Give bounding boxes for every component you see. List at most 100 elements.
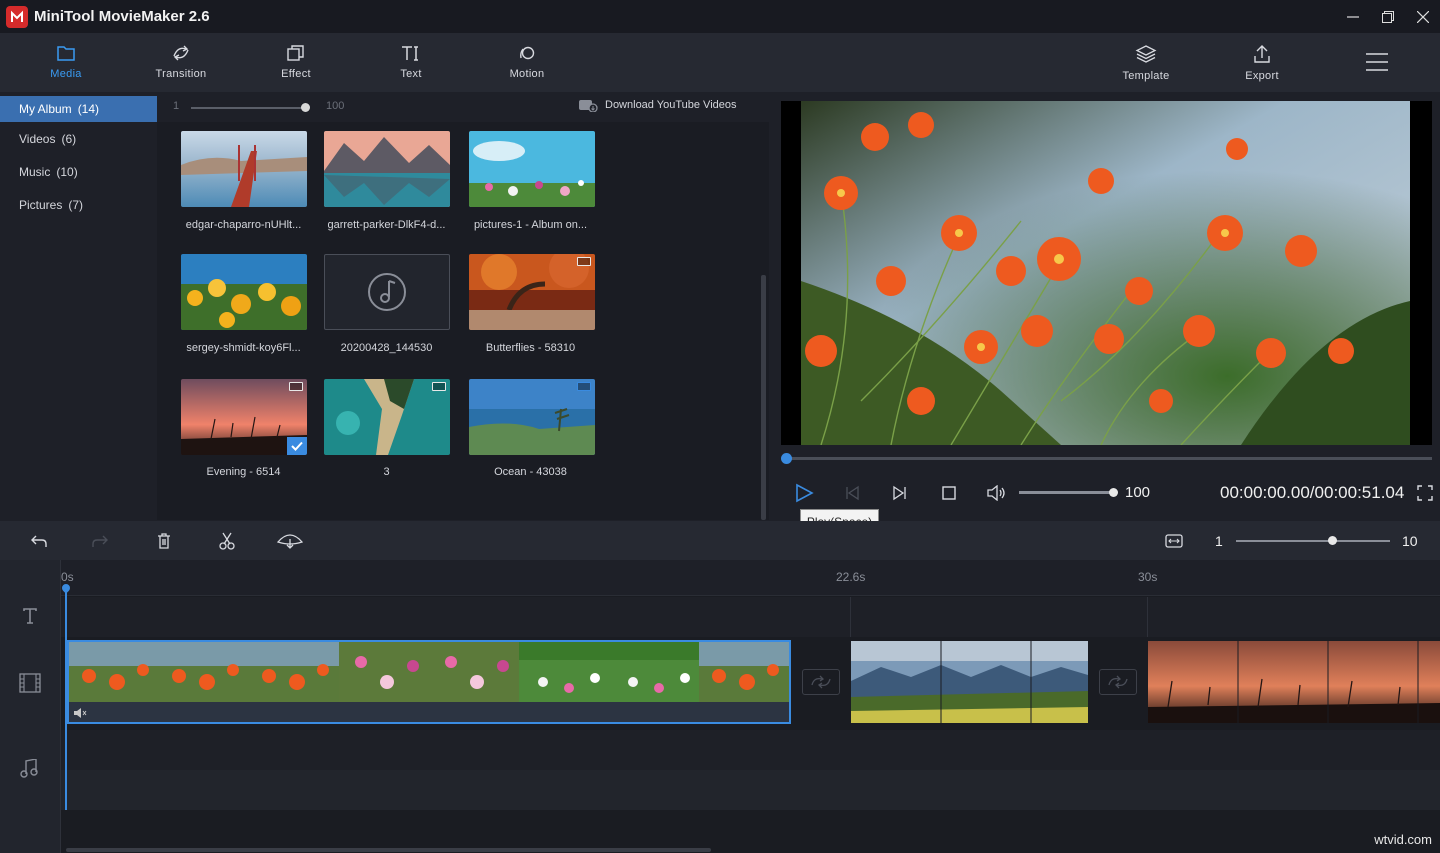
volume-icon[interactable] [984,482,1008,504]
thumb-zoom-slider[interactable] [191,107,305,109]
timeline-scrollbar[interactable] [66,848,711,852]
text-track-icon [22,608,38,629]
media-thumb-audio[interactable] [324,254,450,330]
media-thumb-butterflies[interactable] [469,254,595,330]
ruler-label: 0s [61,570,74,584]
fullscreen-icon[interactable] [1417,485,1433,506]
ruler-label: 30s [1138,570,1157,584]
music-track-2[interactable] [61,770,1440,810]
media-thumb-evening[interactable] [181,379,307,455]
category-music[interactable]: Music (10) [0,155,157,188]
transition-tab[interactable]: Transition [133,33,229,92]
lake-image [324,131,450,207]
close-icon[interactable] [1405,0,1440,33]
timeline-zoom-handle[interactable] [1328,536,1337,545]
clip-mute-icon[interactable] [73,706,87,724]
text-icon [400,44,422,62]
export-button-label: Export [1245,70,1279,82]
redo-icon[interactable] [87,529,113,553]
media-item-name: 3 [314,466,459,478]
split-scissors-icon[interactable] [214,529,240,553]
transition-tab-label: Transition [156,68,207,80]
track-headers [0,560,61,853]
next-frame-button[interactable] [888,482,912,504]
music-track[interactable] [61,730,1440,770]
category-my-album[interactable]: My Album (14) [0,96,157,122]
added-check-icon[interactable] [287,437,307,455]
media-panel: 1 100 Download YouTube Videos edgar-chap… [157,92,769,520]
flowers-sky-image [469,131,595,207]
timeline: 0s 22.6s 30s [0,560,1440,853]
media-thumb-yellow-flowers[interactable] [181,254,307,330]
effect-tab[interactable]: Effect [248,33,344,92]
preview-frame [781,101,1432,445]
category-videos[interactable]: Videos (6) [0,122,157,155]
timeline-zoom-max: 10 [1402,533,1418,549]
watermark: wtvid.com [1374,832,1432,847]
video-badge-icon [577,382,591,391]
ruler-label: 22.6s [836,570,865,584]
template-button-label: Template [1122,70,1169,82]
category-label: Pictures [19,198,62,212]
time-ruler[interactable]: 0s 22.6s 30s [61,560,1440,596]
media-item-name: pictures-1 - Album on... [458,219,603,231]
media-thumb-bridge[interactable] [181,131,307,207]
media-item-name: Evening - 6514 [171,466,316,478]
text-track[interactable] [61,597,1440,637]
motion-tab[interactable]: Motion [479,33,575,92]
seek-handle[interactable] [781,453,792,464]
video-badge-icon [432,382,446,391]
download-youtube-label: Download YouTube Videos [605,99,737,111]
media-tab[interactable]: Media [18,33,114,92]
download-youtube-link[interactable]: Download YouTube Videos [578,98,737,112]
text-tab[interactable]: Text [363,33,459,92]
stop-button[interactable] [937,482,961,504]
text-tab-label: Text [400,68,421,80]
video-track[interactable] [61,637,1440,729]
media-thumb-lake[interactable] [324,131,450,207]
volume-slider[interactable] [1019,491,1113,494]
hamburger-menu-icon[interactable] [1366,53,1388,76]
timeline-zoom-slider[interactable] [1236,540,1390,542]
effect-icon [286,44,306,62]
media-thumb-3[interactable] [324,379,450,455]
fit-timeline-icon[interactable] [1161,529,1187,553]
media-item-name: 20200428_144530 [314,342,459,354]
video-clip-sunset[interactable] [1148,641,1440,723]
template-button[interactable]: Template [1098,33,1194,92]
play-button[interactable] [792,482,816,504]
media-item-name: sergey-shmidt-koy6Fl... [171,342,316,354]
transition-slot[interactable] [802,669,840,695]
thumb-zoom-handle[interactable] [301,103,310,112]
seek-bar[interactable] [787,457,1432,460]
video-clip-mountains[interactable] [851,641,1088,723]
video-clip-flowers[interactable] [67,640,791,724]
media-scrollbar[interactable] [761,275,766,520]
music-track-icon [20,759,38,784]
title-bar: MiniTool MovieMaker 2.6 [0,0,1440,33]
transition-slot[interactable] [1099,669,1137,695]
clip-thumbnails [851,641,1088,723]
timeline-toolbar: 1 10 [0,521,1440,560]
category-label: Music [19,165,50,179]
library-categories: My Album (14) Videos (6) Music (10) Pict… [0,92,157,520]
yellow-flowers-image [181,254,307,330]
volume-value: 100 [1125,484,1150,501]
transition-link-icon [1107,675,1129,689]
media-thumb-flowers-sky[interactable] [469,131,595,207]
undo-icon[interactable] [26,529,52,553]
motion-tab-label: Motion [510,68,545,80]
playhead[interactable] [65,586,67,810]
music-note-icon [325,255,449,329]
audio-detach-icon[interactable] [276,529,304,553]
export-button[interactable]: Export [1214,33,1310,92]
media-item-name: Ocean - 43038 [458,466,603,478]
restore-icon[interactable] [1370,0,1405,33]
category-pictures[interactable]: Pictures (7) [0,188,157,221]
delete-icon[interactable] [151,529,177,553]
minimize-icon[interactable] [1335,0,1370,33]
volume-handle[interactable] [1109,488,1118,497]
previous-frame-button[interactable] [840,482,864,504]
video-badge-icon [289,382,303,391]
media-thumb-ocean[interactable] [469,379,595,455]
